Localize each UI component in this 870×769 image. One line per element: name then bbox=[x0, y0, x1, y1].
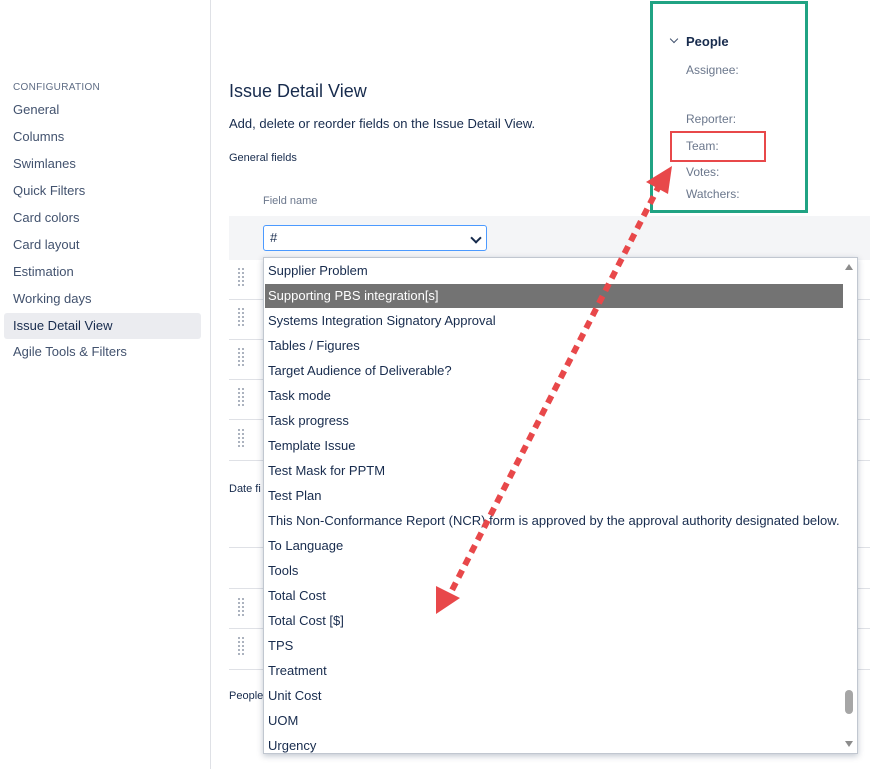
arrow-shaft bbox=[445, 182, 663, 600]
double-headed-arrow bbox=[436, 166, 672, 614]
arrow-head-bottom bbox=[436, 586, 460, 614]
